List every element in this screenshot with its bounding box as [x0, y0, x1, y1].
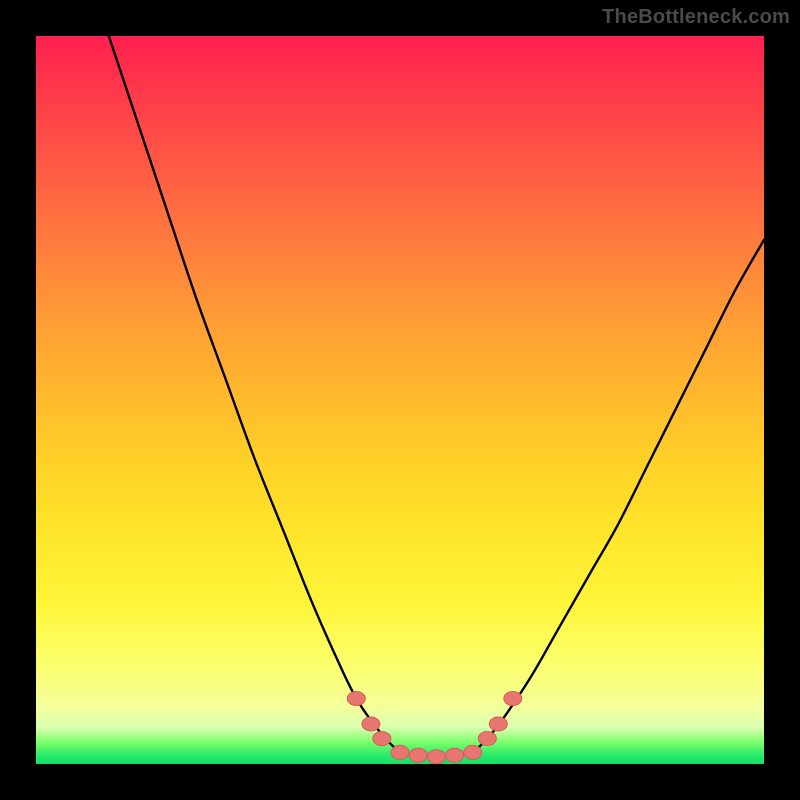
chart-svg — [36, 36, 764, 764]
watermark-text: TheBottleneck.com — [602, 6, 790, 29]
marker-dot — [362, 717, 380, 731]
marker-dot — [409, 748, 427, 762]
marker-dot — [427, 750, 445, 764]
marker-dot — [464, 745, 482, 759]
chart-frame: TheBottleneck.com — [0, 0, 800, 800]
marker-dot — [489, 717, 507, 731]
marker-dot — [373, 732, 391, 746]
curve-left — [109, 36, 397, 749]
marker-dot — [504, 691, 522, 705]
marker-dot — [478, 732, 496, 746]
marker-cluster — [347, 691, 522, 763]
marker-dot — [391, 745, 409, 759]
curve-right — [476, 240, 764, 750]
plot-area — [36, 36, 764, 764]
marker-dot — [446, 748, 464, 762]
marker-dot — [347, 691, 365, 705]
